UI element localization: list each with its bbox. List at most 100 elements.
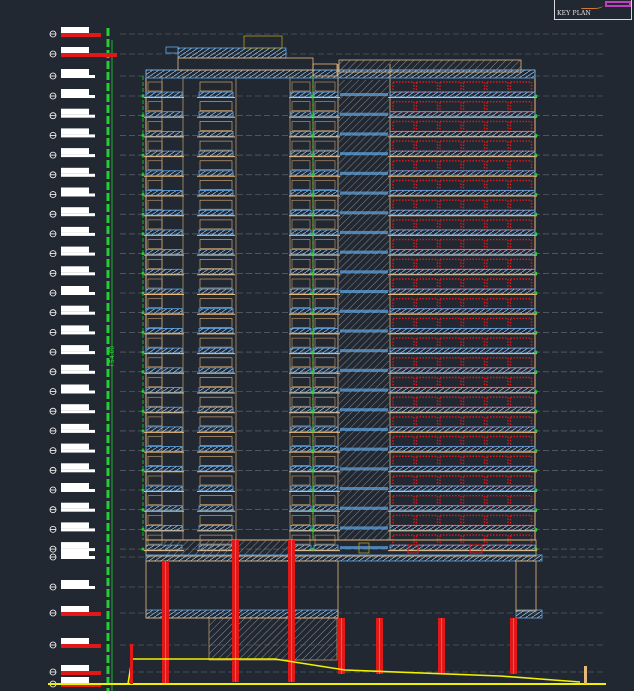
window	[314, 121, 336, 131]
red-louver	[462, 278, 486, 290]
level-tag-name	[61, 483, 89, 489]
red-louver	[392, 199, 415, 211]
balcony-railing	[389, 505, 536, 512]
level-tag-name	[61, 502, 89, 509]
window	[147, 377, 163, 387]
window	[291, 436, 311, 446]
edge-marker	[534, 133, 538, 137]
red-louver	[439, 514, 462, 527]
window	[199, 377, 233, 387]
balcony-railing	[290, 406, 312, 413]
window	[314, 456, 336, 466]
level-annotations	[49, 27, 314, 691]
level-tag-value	[61, 134, 95, 138]
balcony-railing	[145, 111, 183, 118]
core-slab	[340, 467, 388, 471]
edge-marker	[534, 114, 538, 118]
edge-marker	[534, 212, 538, 216]
window	[147, 239, 163, 249]
level-tag	[49, 345, 95, 356]
window	[147, 101, 163, 111]
level-tag-value	[61, 429, 95, 433]
balcony-railing	[290, 170, 312, 177]
core-slab	[340, 171, 388, 175]
red-louver	[392, 219, 415, 231]
red-louver	[439, 179, 462, 192]
level-tag	[49, 286, 95, 297]
window	[199, 475, 233, 486]
red-louver	[392, 258, 415, 270]
red-louver	[462, 160, 486, 172]
red-louver	[439, 416, 462, 428]
balcony-railing	[313, 446, 339, 453]
edge-marker	[534, 488, 538, 492]
red-louver	[439, 298, 462, 310]
red-louver	[415, 298, 439, 310]
balcony-railing	[313, 426, 339, 433]
red-louver	[415, 455, 439, 467]
level-tag-name	[61, 286, 89, 292]
red-louver	[509, 337, 533, 349]
edge-marker	[534, 232, 538, 236]
red-louver	[392, 298, 415, 310]
red-louver	[509, 298, 533, 310]
balcony-railing	[198, 111, 234, 118]
window	[147, 81, 163, 92]
red-louver	[486, 416, 509, 428]
balcony-railing	[145, 229, 183, 236]
edge-marker	[141, 547, 145, 551]
window	[291, 278, 311, 289]
red-louver	[509, 416, 533, 428]
podium-hatch	[164, 540, 294, 556]
edge-marker	[534, 508, 538, 512]
red-louver	[439, 278, 462, 290]
window	[147, 436, 163, 446]
level-tag-value	[61, 95, 95, 98]
core-slab	[340, 487, 388, 490]
window	[199, 278, 233, 289]
window	[199, 515, 233, 525]
edge-marker	[534, 271, 538, 275]
key-plan-label: KEY PLAN	[557, 10, 591, 17]
red-louver	[509, 435, 533, 448]
edge-marker	[534, 291, 538, 295]
red-louver	[486, 120, 509, 133]
balcony-railing	[389, 111, 536, 118]
red-louver	[439, 435, 462, 448]
balcony-railing	[290, 91, 312, 98]
balcony-railing	[198, 465, 234, 472]
red-louver	[462, 199, 486, 211]
balcony-railing	[145, 525, 183, 531]
window	[147, 416, 163, 427]
window	[147, 121, 163, 131]
red-louver	[509, 100, 533, 113]
level-tag-value	[61, 586, 95, 589]
window	[147, 515, 163, 525]
balcony-railing	[145, 485, 183, 492]
window	[199, 101, 233, 111]
balcony-railing	[145, 268, 183, 275]
edge-marker	[534, 370, 538, 374]
red-louver	[392, 337, 415, 349]
level-tag	[49, 305, 95, 317]
core-slab	[340, 270, 388, 274]
red-louver	[486, 140, 509, 152]
red-louver	[415, 179, 439, 192]
balcony-railing	[290, 209, 312, 216]
core-slab	[340, 93, 388, 96]
red-louver	[462, 120, 486, 133]
balcony-railing	[145, 387, 183, 393]
balcony-railing	[313, 327, 339, 334]
red-louver	[439, 357, 462, 369]
balcony-railing	[389, 249, 536, 256]
edge-marker	[534, 449, 538, 453]
red-louver	[509, 317, 533, 330]
window	[314, 377, 336, 387]
red-louver	[486, 317, 509, 330]
red-louver	[462, 219, 486, 231]
level-tag	[49, 226, 95, 238]
level-tag	[49, 483, 95, 494]
window	[291, 475, 311, 486]
balcony-railing	[313, 130, 339, 137]
window	[291, 377, 311, 387]
